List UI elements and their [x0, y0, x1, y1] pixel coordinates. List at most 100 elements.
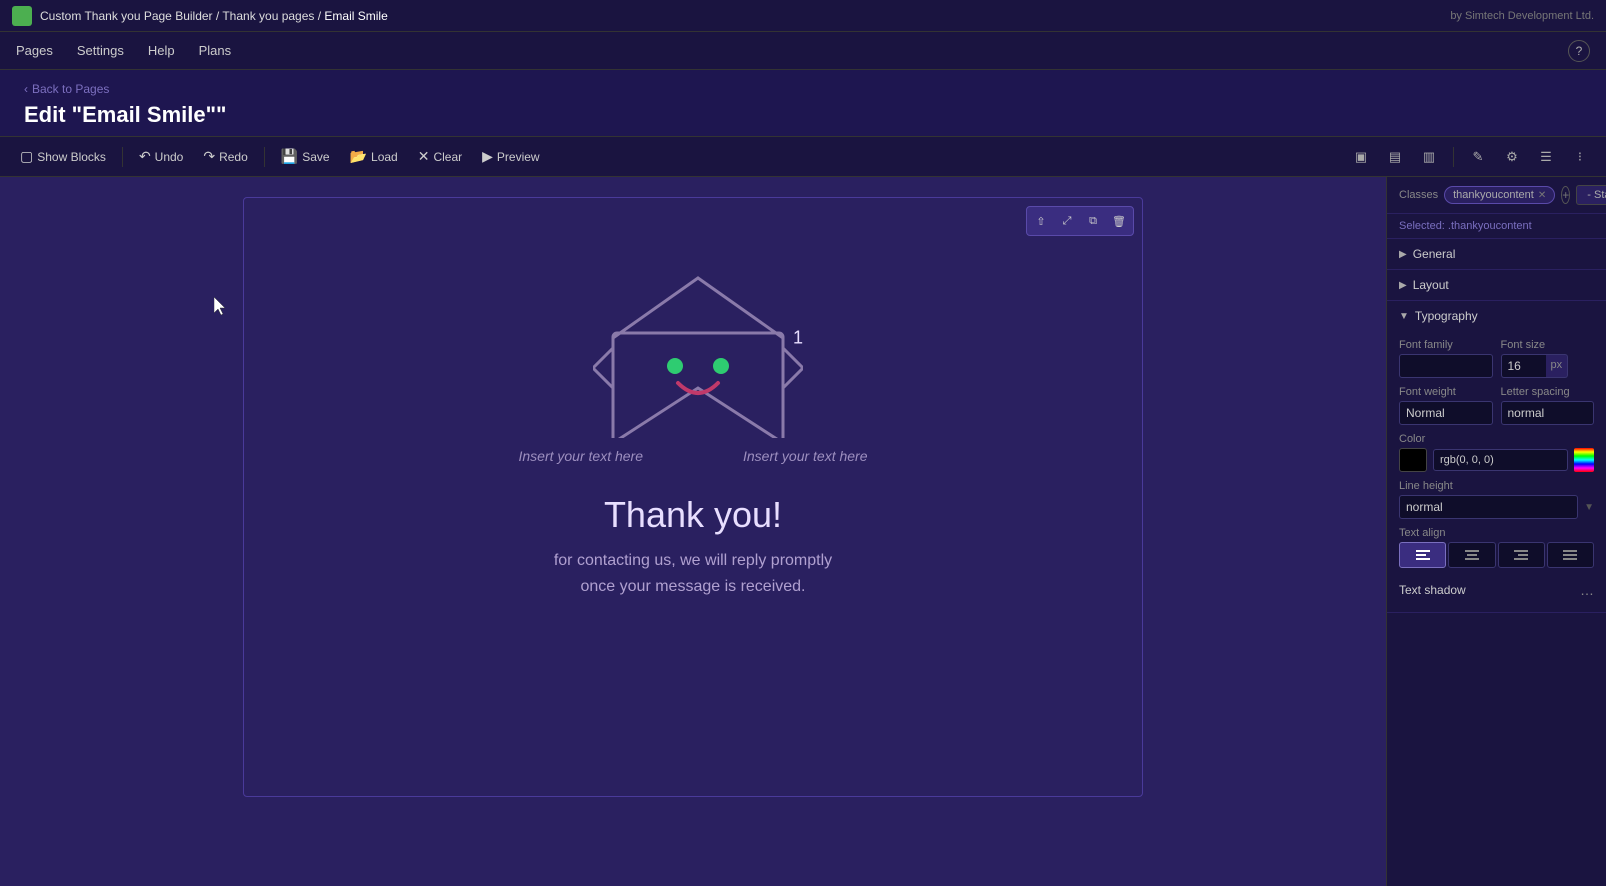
font-family-group: Font family — [1399, 339, 1493, 378]
preview-icon: ▶ — [482, 148, 493, 165]
color-preview[interactable] — [1399, 448, 1427, 472]
settings-gear-button[interactable]: ⚙ — [1498, 143, 1526, 171]
save-icon: 💾 — [281, 148, 298, 165]
mobile-view-button[interactable]: ▥ — [1415, 143, 1443, 171]
show-blocks-button[interactable]: ▢ Show Blocks — [12, 144, 114, 169]
chevron-down-icon: ▼ — [1399, 311, 1409, 322]
text-shadow-row: Text shadow … — [1399, 576, 1594, 604]
letter-spacing-label: Letter spacing — [1501, 386, 1595, 398]
chevron-left-icon: ‹ — [24, 82, 28, 96]
toolbar-separator-2 — [264, 147, 265, 167]
text-align-label: Text align — [1399, 527, 1594, 539]
text-align-buttons — [1399, 542, 1594, 568]
font-size-label: Font size — [1501, 339, 1595, 351]
font-family-select[interactable] — [1399, 354, 1493, 378]
accordion-general: ▶ General — [1387, 239, 1606, 270]
main-layout: ⇧ ⤢ ⧉ 🗑 — [0, 177, 1606, 886]
text-columns: Insert your text here Insert your text h… — [244, 448, 1142, 464]
duplicate-button[interactable]: ⧉ — [1081, 209, 1105, 233]
move-up-button[interactable]: ⇧ — [1029, 209, 1053, 233]
nav-settings[interactable]: Settings — [77, 35, 124, 66]
accordion-typography-header[interactable]: ▼ Typography — [1387, 301, 1606, 331]
color-input[interactable] — [1433, 449, 1568, 471]
style-button[interactable]: ✎ — [1464, 143, 1492, 171]
accordion-typography: ▼ Typography Font family Font size — [1387, 301, 1606, 613]
logo-icon — [12, 6, 32, 26]
toolbar-separator — [122, 147, 123, 167]
toolbar: ▢ Show Blocks ↶ Undo ↷ Redo 💾 Save 📂 Loa… — [0, 137, 1606, 177]
selected-element-label: Selected: .thankyoucontent — [1387, 214, 1606, 239]
nav-help[interactable]: Help — [148, 35, 175, 66]
page-frame: ⇧ ⤢ ⧉ 🗑 — [243, 197, 1143, 797]
align-justify-icon — [1563, 550, 1577, 560]
chevron-right-icon: ▶ — [1399, 249, 1407, 260]
font-family-label: Font family — [1399, 339, 1493, 351]
text-shadow-toggle[interactable]: … — [1580, 582, 1594, 598]
accordion-layout-header[interactable]: ▶ Layout — [1387, 270, 1606, 300]
font-size-input-group: px — [1501, 354, 1595, 378]
line-height-input[interactable] — [1399, 495, 1578, 519]
remove-class-button[interactable]: ✕ — [1538, 190, 1546, 201]
font-size-unit: px — [1546, 354, 1569, 378]
align-right-icon — [1514, 550, 1528, 560]
text-align-section: Text align — [1399, 527, 1594, 568]
typography-content: Font family Font size px — [1387, 331, 1606, 612]
line-height-down-arrow[interactable]: ▼ — [1584, 502, 1594, 513]
thank-you-heading[interactable]: Thank you! — [324, 494, 1062, 536]
move-button[interactable]: ⤢ — [1055, 209, 1079, 233]
state-dropdown[interactable]: - State - — [1576, 185, 1606, 205]
back-to-pages-link[interactable]: ‹ Back to Pages — [24, 82, 1582, 96]
load-icon: 📂 — [350, 148, 367, 165]
align-left-button[interactable] — [1399, 542, 1446, 568]
nav-pages[interactable]: Pages — [16, 35, 53, 66]
line-height-label: Line height — [1399, 480, 1594, 492]
thank-you-body: for contacting us, we will reply promptl… — [324, 548, 1062, 599]
envelope-svg — [593, 258, 803, 438]
toolbar-sep-3 — [1453, 147, 1454, 167]
tablet-view-button[interactable]: ▤ — [1381, 143, 1409, 171]
font-weight-select[interactable]: Normal — [1399, 401, 1493, 425]
desktop-view-button[interactable]: ▣ — [1347, 143, 1375, 171]
accordion-layout: ▶ Layout — [1387, 270, 1606, 301]
delete-element-button[interactable]: 🗑 — [1107, 209, 1131, 233]
font-weight-spacing-row: Font weight Normal Letter spacing normal — [1399, 386, 1594, 425]
grid-view-button[interactable]: ⁝ — [1566, 143, 1594, 171]
top-bar: Custom Thank you Page Builder / Thank yo… — [0, 0, 1606, 32]
redo-icon: ↷ — [203, 148, 215, 165]
color-row: Color — [1399, 433, 1594, 472]
add-class-button[interactable]: + — [1561, 186, 1570, 204]
save-button[interactable]: 💾 Save — [273, 144, 338, 169]
mouse-cursor-icon — [214, 297, 230, 320]
text-col-right[interactable]: Insert your text here — [743, 448, 868, 464]
load-button[interactable]: 📂 Load — [342, 144, 406, 169]
redo-button[interactable]: ↷ Redo — [195, 144, 255, 169]
color-picker-icon[interactable] — [1574, 448, 1594, 472]
undo-button[interactable]: ↶ Undo — [131, 144, 191, 169]
blocks-list-button[interactable]: ☰ — [1532, 143, 1560, 171]
preview-button[interactable]: ▶ Preview — [474, 144, 547, 169]
align-justify-button[interactable] — [1547, 542, 1594, 568]
accordion-general-header[interactable]: ▶ General — [1387, 239, 1606, 269]
font-size-input[interactable] — [1501, 354, 1546, 378]
align-left-icon — [1416, 550, 1430, 560]
font-weight-label: Font weight — [1399, 386, 1493, 398]
align-center-icon — [1465, 550, 1479, 560]
letter-spacing-group: Letter spacing normal — [1501, 386, 1595, 425]
line-height-input-row: ▼ — [1399, 495, 1594, 519]
canvas[interactable]: ⇧ ⤢ ⧉ 🗑 — [0, 177, 1386, 886]
color-field — [1399, 448, 1594, 472]
clear-button[interactable]: ✕ Clear — [410, 144, 470, 169]
text-shadow-label: Text shadow — [1399, 583, 1466, 597]
align-center-button[interactable] — [1448, 542, 1495, 568]
vendor-label: by Simtech Development Ltd. — [1450, 10, 1594, 22]
align-right-button[interactable] — [1498, 542, 1545, 568]
font-size-group: Font size px — [1501, 339, 1595, 378]
text-col-left[interactable]: Insert your text here — [518, 448, 643, 464]
class-tag[interactable]: thankyoucontent ✕ — [1444, 186, 1555, 204]
help-button[interactable]: ? — [1568, 40, 1590, 62]
letter-spacing-select[interactable]: normal — [1501, 401, 1595, 425]
nav-plans[interactable]: Plans — [199, 35, 232, 66]
color-label: Color — [1399, 433, 1594, 445]
edit-header: ‹ Back to Pages Edit "Email Smile"" — [0, 70, 1606, 137]
clear-icon: ✕ — [418, 148, 430, 165]
